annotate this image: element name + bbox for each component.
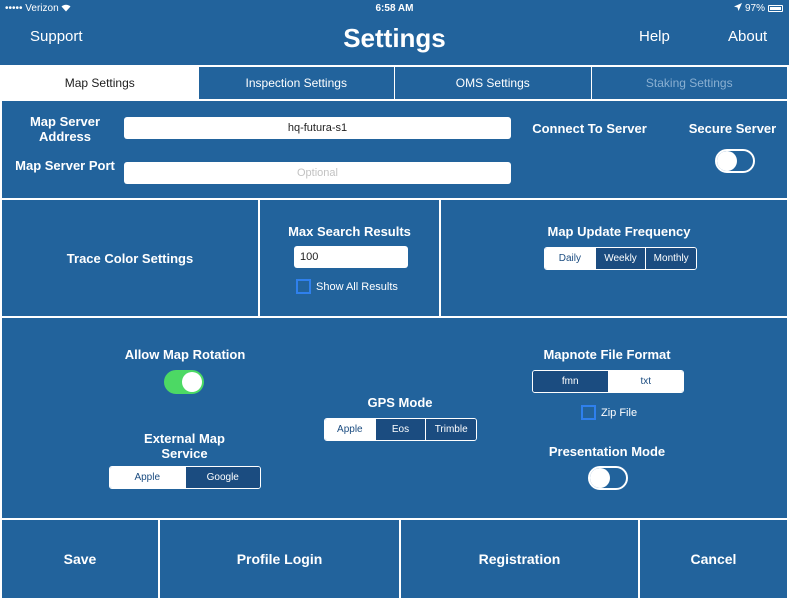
battery-icon [768, 5, 783, 12]
map-update-frequency-segment: Daily Weekly Monthly [544, 247, 697, 270]
cancel-button[interactable]: Cancel [640, 520, 787, 598]
secure-server-toggle[interactable] [715, 149, 755, 173]
segment-monthly[interactable]: Monthly [645, 248, 696, 269]
presentation-mode-toggle[interactable] [588, 466, 628, 490]
tab-inspection-settings[interactable]: Inspection Settings [197, 67, 394, 99]
status-right: 97% [733, 3, 783, 14]
map-update-panel: Map Update Frequency Daily Weekly Monthl… [441, 200, 787, 316]
registration-button[interactable]: Registration [401, 520, 638, 598]
toggle-knob [590, 468, 610, 488]
status-bar: ••••• Verizon 6:58 AM 97% [0, 0, 789, 18]
segment-weekly[interactable]: Weekly [594, 248, 646, 269]
external-map-service-label: External Map Service [144, 431, 225, 461]
mapnote-file-format-label: Mapnote File Format [543, 347, 671, 362]
segment-gps-apple[interactable]: Apple [325, 419, 375, 440]
trace-color-settings-label: Trace Color Settings [66, 251, 194, 266]
server-panel: Map Server Address hq-futura-s1 Map Serv… [2, 101, 787, 198]
options-panel: Allow Map Rotation External Map Service … [2, 318, 787, 518]
mapnote-file-format-segment: fmn txt [532, 370, 684, 393]
zip-file-checkbox[interactable] [581, 405, 596, 420]
presentation-mode-label: Presentation Mode [548, 444, 666, 459]
trace-color-panel[interactable]: Trace Color Settings [2, 200, 258, 316]
segment-apple[interactable]: Apple [110, 467, 185, 488]
zip-file-label: Zip File [601, 407, 638, 419]
map-server-address-label: Map Server Address [29, 114, 101, 144]
tab-bar: Map Settings Inspection Settings OMS Set… [2, 67, 787, 99]
gps-mode-segment: Apple Eos Trimble [324, 418, 477, 441]
page-title: Settings [343, 23, 446, 53]
map-server-port-label: Map Server Port [15, 158, 115, 173]
toggle-knob [182, 372, 202, 392]
help-link[interactable]: Help [639, 28, 670, 45]
tab-oms-settings[interactable]: OMS Settings [394, 67, 591, 99]
nav-bar: Support Settings Help About [0, 18, 789, 65]
show-all-results-checkbox[interactable] [296, 279, 311, 294]
profile-login-button[interactable]: Profile Login [160, 520, 399, 598]
allow-map-rotation-label: Allow Map Rotation [124, 347, 246, 362]
connect-to-server-button[interactable]: Connect To Server [522, 121, 657, 136]
max-search-results-input[interactable]: 100 [294, 246, 408, 268]
toggle-knob [717, 151, 737, 171]
status-time: 6:58 AM [375, 3, 414, 14]
segment-gps-eos[interactable]: Eos [374, 419, 426, 440]
map-server-port-input[interactable]: Optional [124, 162, 511, 184]
segment-txt[interactable]: txt [607, 371, 683, 392]
tab-map-settings[interactable]: Map Settings [2, 67, 198, 99]
save-button[interactable]: Save [2, 520, 158, 598]
battery-percent: 97% [744, 3, 765, 14]
about-link[interactable]: About [728, 28, 767, 45]
segment-daily[interactable]: Daily [545, 248, 595, 269]
map-update-frequency-label: Map Update Frequency [547, 224, 691, 239]
show-all-results-label: Show All Results [316, 281, 398, 293]
allow-map-rotation-toggle[interactable] [164, 370, 204, 394]
max-search-results-label: Max Search Results [288, 224, 411, 239]
segment-gps-trimble[interactable]: Trimble [425, 419, 476, 440]
gps-mode-label: GPS Mode [367, 395, 433, 410]
map-server-address-input[interactable]: hq-futura-s1 [124, 117, 511, 139]
segment-fmn[interactable]: fmn [533, 371, 608, 392]
tab-staking-settings[interactable]: Staking Settings [590, 67, 787, 99]
max-search-panel: Max Search Results 100 Show All Results [260, 200, 439, 316]
segment-google[interactable]: Google [184, 467, 260, 488]
secure-server-label: Secure Server [688, 121, 777, 136]
location-arrow-icon [733, 3, 742, 14]
settings-screen: ••••• Verizon 6:58 AM 97% Support Settin… [0, 0, 789, 598]
external-map-service-segment: Apple Google [109, 466, 261, 489]
